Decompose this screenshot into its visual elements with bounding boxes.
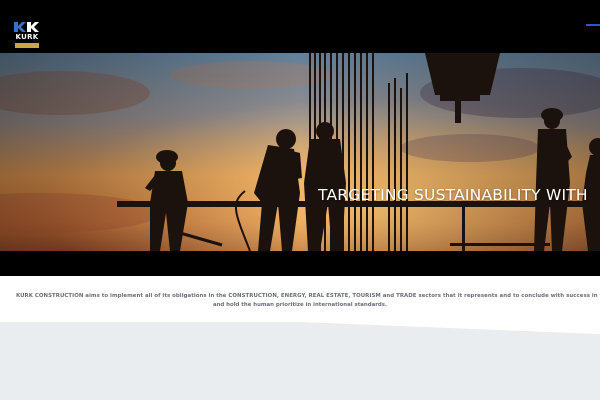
menu-toggle-edge[interactable] xyxy=(586,24,600,26)
construction-workers-sunset-image xyxy=(0,53,600,251)
logo-mark-icon xyxy=(14,22,39,32)
hero-title: TARGETING SUSTAINABILITY WITH xyxy=(318,186,588,204)
intro-text-line: KURK CONSTRUCTION aims to implement all … xyxy=(16,293,600,299)
intro-text-line: and hold the human prioritize in interna… xyxy=(212,302,388,308)
lower-section-background xyxy=(0,322,600,400)
site-header: KURK xyxy=(0,0,600,53)
kurk-logo[interactable]: KURK xyxy=(14,22,40,50)
logo-wordmark: KURK xyxy=(15,33,39,41)
diagonal-band-shape xyxy=(0,322,600,400)
hero-banner: TARGETING SUSTAINABILITY WITH xyxy=(0,53,600,251)
intro-section: KURK CONSTRUCTION aims to implement all … xyxy=(0,276,600,322)
logo-tagline-bar xyxy=(15,43,39,48)
hero-bottom-bar xyxy=(0,251,600,276)
